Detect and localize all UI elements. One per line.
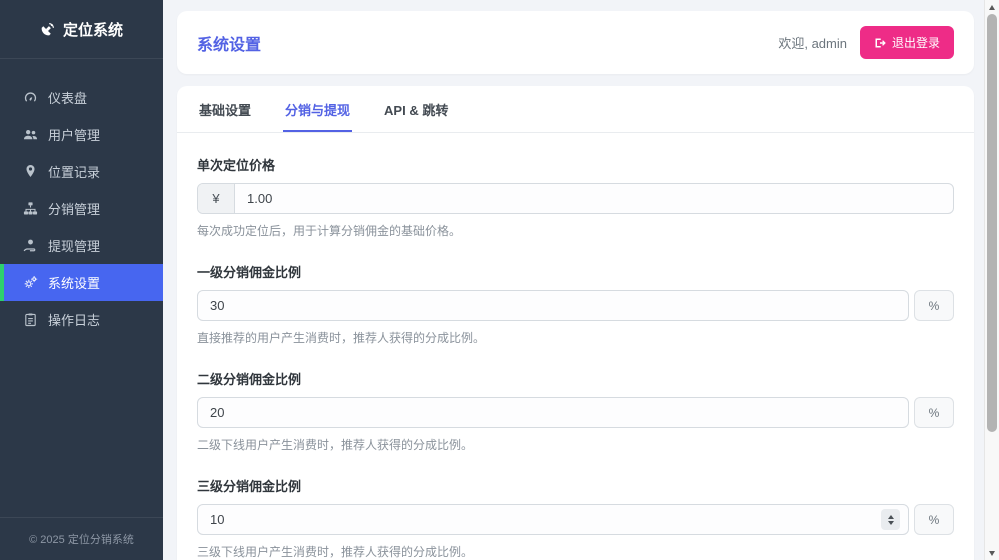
form-field-1: 一级分销佣金比例% 直接推荐的用户产生消费时，推荐人获得的分成比例。	[197, 262, 954, 346]
sidebar-item-2[interactable]: 位置记录	[0, 153, 163, 190]
tabs-bar: 基础设置分销与提现 API & 跳转	[177, 86, 974, 133]
input-row: %	[197, 397, 954, 428]
field-input[interactable]	[198, 398, 908, 427]
withdraw-icon	[22, 238, 38, 254]
field-label: 三级分销佣金比例	[197, 476, 954, 495]
page-title: 系统设置	[197, 31, 261, 55]
settings-form: 单次定位价格 ¥ 每次成功定位后，用于计算分销佣金的基础价格。一级分销佣金比例% 直接…	[177, 133, 974, 560]
map-marker-icon	[22, 164, 38, 180]
percent-suffix: %	[914, 504, 954, 535]
app-title: 定位系统	[63, 19, 123, 40]
sidebar-menu: 仪表盘用户管理位置记录分销管理提现管理系统设置操作日志	[0, 59, 163, 517]
input-row: %	[197, 290, 954, 321]
sidebar: 定位系统 仪表盘用户管理位置记录分销管理提现管理系统设置操作日志 © 2025 …	[0, 0, 163, 560]
field-input[interactable]	[198, 291, 908, 320]
satellite-dish-icon	[40, 22, 55, 37]
sidebar-item-label: 用户管理	[48, 125, 100, 144]
tab-2[interactable]: API & 跳转	[382, 86, 450, 132]
logout-label: 退出登录	[892, 34, 940, 51]
field-input[interactable]	[198, 505, 881, 534]
app-root: 定位系统 仪表盘用户管理位置记录分销管理提现管理系统设置操作日志 © 2025 …	[0, 0, 999, 560]
main-area: 系统设置 欢迎, admin 退出登录 基础设置分销与提现 API & 跳转 单次…	[163, 0, 984, 560]
percent-suffix: %	[914, 290, 954, 321]
page-scrollbar[interactable]	[984, 0, 999, 560]
sidebar-item-1[interactable]: 用户管理	[0, 116, 163, 153]
field-help: 每次成功定位后，用于计算分销佣金的基础价格。	[197, 222, 954, 239]
percent-suffix: %	[914, 397, 954, 428]
form-field-2: 二级分销佣金比例% 二级下线用户产生消费时，推荐人获得的分成比例。	[197, 369, 954, 453]
field-help: 三级下线用户产生消费时，推荐人获得的分成比例。	[197, 543, 954, 560]
header-right: 欢迎, admin 退出登录	[778, 26, 954, 59]
field-help: 直接推荐的用户产生消费时，推荐人获得的分成比例。	[197, 329, 954, 346]
spinner-up-icon[interactable]	[888, 515, 894, 519]
app-logo: 定位系统	[0, 0, 163, 59]
tab-0[interactable]: 基础设置	[197, 86, 253, 132]
field-help: 二级下线用户产生消费时，推荐人获得的分成比例。	[197, 436, 954, 453]
sidebar-item-5[interactable]: 系统设置	[0, 264, 163, 301]
field-label: 单次定位价格	[197, 155, 954, 174]
page-header: 系统设置 欢迎, admin 退出登录	[177, 11, 974, 74]
settings-card: 基础设置分销与提现 API & 跳转 单次定位价格 ¥ 每次成功定位后，用于计算分销佣…	[177, 86, 974, 560]
sidebar-item-0[interactable]: 仪表盘	[0, 79, 163, 116]
sidebar-item-label: 提现管理	[48, 236, 100, 255]
logout-button[interactable]: 退出登录	[860, 26, 954, 59]
sidebar-item-label: 位置记录	[48, 162, 100, 181]
input-group	[197, 504, 909, 535]
welcome-text: 欢迎, admin	[778, 33, 847, 52]
scrollbar-up-arrow[interactable]	[985, 0, 999, 14]
input-row: ¥	[197, 183, 954, 214]
form-field-0: 单次定位价格 ¥ 每次成功定位后，用于计算分销佣金的基础价格。	[197, 155, 954, 239]
sidebar-item-6[interactable]: 操作日志	[0, 301, 163, 338]
sidebar-item-label: 系统设置	[48, 273, 100, 292]
sidebar-item-label: 仪表盘	[48, 88, 87, 107]
input-row: %	[197, 504, 954, 535]
logout-icon	[874, 37, 886, 49]
field-label: 一级分销佣金比例	[197, 262, 954, 281]
form-field-3: 三级分销佣金比例% 三级下线用户产生消费时，推荐人获得的分成比例。	[197, 476, 954, 560]
input-group	[197, 397, 909, 428]
sidebar-item-label: 分销管理	[48, 199, 100, 218]
sidebar-item-4[interactable]: 提现管理	[0, 227, 163, 264]
users-icon	[22, 127, 38, 143]
number-spinner[interactable]	[881, 509, 900, 530]
sidebar-item-3[interactable]: 分销管理	[0, 190, 163, 227]
tab-1[interactable]: 分销与提现	[283, 86, 352, 132]
log-icon	[22, 312, 38, 328]
scrollbar-thumb[interactable]	[987, 14, 997, 432]
field-input[interactable]	[235, 184, 953, 213]
currency-prefix: ¥	[198, 184, 235, 213]
sidebar-item-label: 操作日志	[48, 310, 100, 329]
spinner-down-icon[interactable]	[888, 521, 894, 525]
input-group	[197, 290, 909, 321]
gears-icon	[22, 275, 38, 291]
field-label: 二级分销佣金比例	[197, 369, 954, 388]
input-group: ¥	[197, 183, 954, 214]
sitemap-icon	[22, 201, 38, 217]
gauge-icon	[22, 90, 38, 106]
sidebar-copyright: © 2025 定位分销系统	[0, 517, 163, 560]
scrollbar-down-arrow[interactable]	[985, 546, 999, 560]
